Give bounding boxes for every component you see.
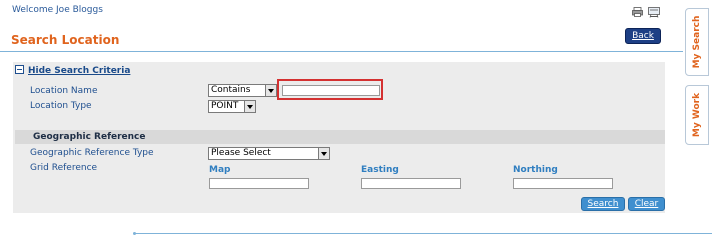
clear-button[interactable]: Clear (628, 197, 665, 211)
location-type-value: POINT (211, 101, 239, 111)
title-divider (0, 51, 683, 52)
tab-my-search[interactable]: My Search (685, 8, 709, 76)
page-title: Search Location (11, 33, 120, 47)
bottom-divider (135, 233, 712, 234)
printer-icon[interactable] (632, 7, 643, 17)
hide-search-criteria-link[interactable]: Hide Search Criteria (28, 66, 130, 76)
tab-my-search-label: My Search (692, 15, 702, 69)
welcome-text: Welcome Joe Bloggs (12, 5, 103, 15)
collapse-icon[interactable] (15, 65, 24, 74)
location-name-operator-select[interactable]: Contains (208, 84, 277, 97)
geo-ref-type-select[interactable]: Please Select (208, 147, 330, 160)
grid-reference-label: Grid Reference (30, 163, 98, 173)
easting-label: Easting (361, 165, 399, 175)
tab-my-work-label: My Work (692, 92, 702, 138)
easting-input[interactable] (361, 178, 461, 189)
northing-label: Northing (513, 165, 558, 175)
geographic-reference-title: Geographic Reference (33, 132, 146, 142)
map-label: Map (209, 165, 231, 175)
chevron-down-icon (265, 85, 276, 96)
location-type-label: Location Type (30, 101, 92, 111)
geo-ref-type-label: Geographic Reference Type (30, 148, 154, 158)
highlight-box (277, 79, 383, 100)
back-button[interactable]: Back (625, 28, 661, 44)
search-button[interactable]: Search (581, 197, 625, 211)
northing-input[interactable] (513, 178, 613, 189)
tab-my-work[interactable]: My Work (685, 85, 709, 145)
toolbar-icon[interactable] (648, 6, 660, 18)
location-name-label: Location Name (30, 86, 98, 96)
map-input[interactable] (209, 178, 309, 189)
location-type-select[interactable]: POINT (208, 100, 256, 113)
chevron-down-icon (318, 148, 329, 159)
location-name-operator-value: Contains (211, 85, 251, 95)
chevron-down-icon (244, 101, 255, 112)
geo-ref-type-value: Please Select (211, 148, 271, 158)
